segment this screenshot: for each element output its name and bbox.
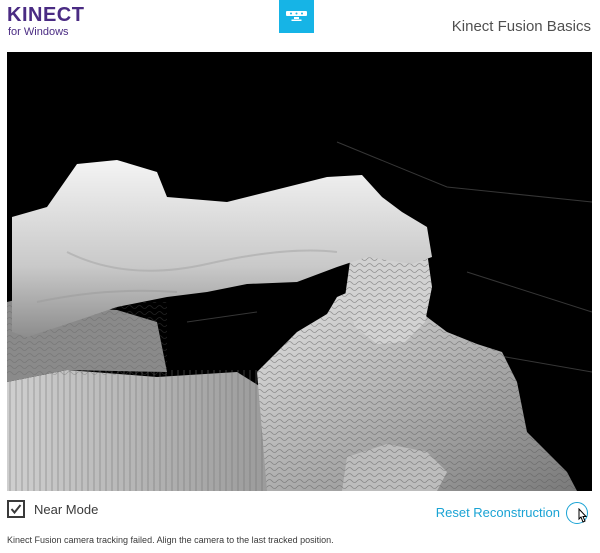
- checkmark-icon: [10, 504, 22, 515]
- app-title: Kinect Fusion Basics: [451, 18, 591, 35]
- reconstruction-viewport: [7, 52, 592, 491]
- logo-main-text: KINECT: [7, 4, 85, 26]
- near-mode-checkbox[interactable]: [7, 500, 25, 518]
- reset-reconstruction-link[interactable]: Reset Reconstruction: [436, 505, 560, 520]
- kinect-sensor-icon: [279, 0, 314, 33]
- status-message: Kinect Fusion camera tracking failed. Al…: [7, 535, 334, 545]
- mouse-cursor-icon: [578, 508, 588, 523]
- near-mode-label: Near Mode: [34, 501, 99, 517]
- logo-sub-text: for Windows: [8, 26, 69, 38]
- near-mode-toggle[interactable]: Near Mode: [7, 500, 98, 518]
- kinect-logo: KINECT for Windows: [7, 4, 84, 38]
